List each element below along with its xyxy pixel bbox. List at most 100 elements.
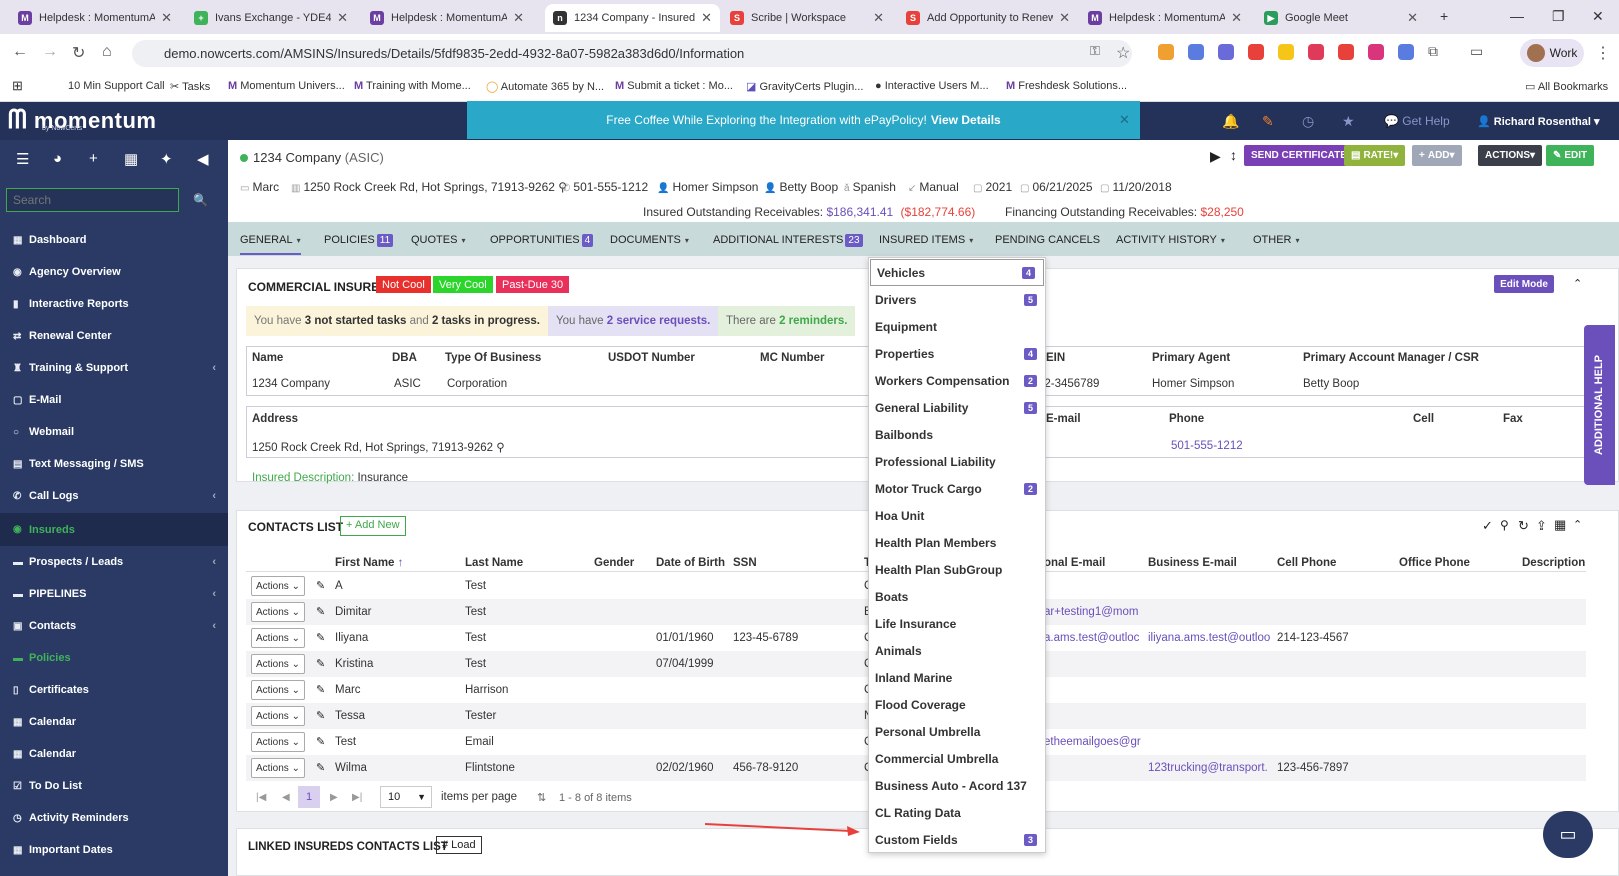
col-gender[interactable]: Gender [594, 557, 634, 569]
menu-item-cl-rating-data[interactable]: CL Rating Data [869, 799, 1045, 826]
first-page-icon[interactable]: |◀ [256, 792, 266, 803]
edit-pencil-icon[interactable]: ✎ [316, 709, 325, 722]
extension-icon[interactable] [1248, 44, 1264, 60]
extension-icon[interactable] [1368, 44, 1384, 60]
edit-pencil-icon[interactable]: ✎ [316, 605, 325, 618]
col-office-phone[interactable]: Office Phone [1399, 557, 1470, 569]
menu-item-personal-umbrella[interactable]: Personal Umbrella [869, 718, 1045, 745]
add-contact-button[interactable]: + Add New [340, 516, 406, 536]
view-details-link[interactable]: View Details [931, 113, 1001, 127]
menu-kebab-icon[interactable]: ⋮ [1595, 43, 1611, 63]
wand-icon[interactable]: ✎ [1262, 113, 1274, 130]
browser-tab[interactable]: M Helpdesk : MomentumAM ✕ [1080, 4, 1250, 32]
row-actions-button[interactable]: Actions ⌄ [251, 602, 305, 622]
tab-opportunities[interactable]: OPPORTUNITIES 4 [490, 234, 594, 247]
cell-business-email[interactable]: 123trucking@transport. [1148, 762, 1268, 774]
rate-button[interactable]: ▤ RATE! ▾ [1344, 145, 1406, 166]
browser-tab[interactable]: ▶ Google Meet ✕ [1256, 4, 1426, 32]
browser-tab-active[interactable]: n 1234 Company - Insured D ✕ [545, 4, 720, 32]
search-icon[interactable]: 🔍 [193, 193, 208, 207]
tab-additional-interests[interactable]: ADDITIONAL INTERESTS 23 [713, 234, 863, 247]
add-button[interactable]: + ADD ▾ [1412, 145, 1462, 166]
col-dob[interactable]: Date of Birth [656, 557, 725, 569]
tab-activity-history[interactable]: ACTIVITY HISTORY ▾ [1116, 234, 1225, 246]
sidebar-item-call-logs[interactable]: ✆ Call Logs ‹ [0, 481, 228, 511]
sidebar-item-training-support[interactable]: ♜ Training & Support ‹ [0, 353, 228, 383]
edit-pencil-icon[interactable]: ✎ [316, 735, 325, 748]
page-number[interactable]: 1 [298, 786, 320, 808]
close-tab-icon[interactable]: ✕ [1407, 10, 1418, 26]
menu-item-workers-comp[interactable]: Workers Compensation 2 [869, 367, 1045, 394]
sidebar-item-pipelines[interactable]: ▬ PIPELINES ‹ [0, 579, 228, 609]
tab-policies[interactable]: POLICIES 11 [324, 234, 394, 247]
menu-item-hoa-unit[interactable]: Hoa Unit [869, 502, 1045, 529]
clock-icon[interactable]: ◷ [1302, 113, 1314, 130]
browser-tab[interactable]: M Helpdesk : MomentumAM ✕ [362, 4, 532, 32]
menu-item-custom-fields[interactable]: Custom Fields 3 [869, 826, 1045, 853]
refresh-icon[interactable]: ↻ [1518, 518, 1529, 534]
home-icon[interactable]: ⌂ [102, 43, 112, 61]
user-menu[interactable]: 👤 Richard Rosenthal ▾ [1477, 115, 1600, 128]
browser-tab[interactable]: S Add Opportunity to Renew ✕ [898, 4, 1078, 32]
cell-business-email[interactable]: iliyana.ams.test@outloo [1148, 632, 1270, 644]
page-size-select[interactable]: 10 ▼ [380, 786, 432, 808]
sidebar-item-dashboard[interactable]: ▦ Dashboard [0, 225, 228, 255]
sidebar-item-policies[interactable]: ▬ Policies [0, 643, 228, 673]
edit-pencil-icon[interactable]: ✎ [316, 631, 325, 644]
menu-item-drivers[interactable]: Drivers 5 [869, 286, 1045, 313]
sidebar-search-input[interactable] [6, 188, 179, 212]
collapse-arrow-icon[interactable]: ◀ [197, 150, 209, 168]
browser-tab[interactable]: M Helpdesk : MomentumAM ✕ [10, 4, 180, 32]
password-key-icon[interactable]: ⚿ [1090, 43, 1100, 59]
next-page-icon[interactable]: ▶ [330, 792, 338, 803]
edit-mode-button[interactable]: Edit Mode [1494, 275, 1554, 293]
bookmark-item[interactable]: M Freshdesk Solutions... [1006, 80, 1127, 92]
sidebar-item-email[interactable]: ▢ E-Mail [0, 385, 228, 415]
sidebar-item-insureds[interactable]: ◉ Insureds [0, 513, 228, 546]
info-phone[interactable]: ✆ 501-555-1212 [562, 180, 648, 194]
tasks-notice[interactable]: You have 3 not started tasks and 2 tasks… [246, 306, 548, 336]
sidebar-item-contacts[interactable]: ▣ Contacts ‹ [0, 611, 228, 641]
sidebar-item-renewal-center[interactable]: ⇄ Renewal Center [0, 321, 228, 351]
tab-pending-cancels[interactable]: PENDING CANCELS [995, 234, 1100, 246]
sidebar-item-agency-overview[interactable]: ◉ Agency Overview [0, 257, 228, 287]
magic-wand-icon[interactable]: ✦ [160, 150, 173, 168]
info-address[interactable]: ▥ 1250 Rock Creek Rd, Hot Springs, 71913-… [291, 180, 567, 194]
sidebar-item-sms[interactable]: ▤ Text Messaging / SMS [0, 449, 228, 479]
extension-icon[interactable] [1338, 44, 1354, 60]
col-description[interactable]: Description [1522, 557, 1585, 569]
sidebar-item-calendar-2[interactable]: ▦ Calendar [0, 739, 228, 769]
minimize-icon[interactable]: — [1510, 8, 1524, 24]
service-notice[interactable]: You have 2 service requests. [548, 306, 719, 336]
bookmark-item[interactable]: M Momentum Univers... [228, 80, 345, 92]
profile-button[interactable]: Work [1520, 39, 1584, 67]
col-first-name[interactable]: First Name ↑ [335, 557, 403, 569]
get-help-link[interactable]: 💬 Get Help [1384, 114, 1450, 128]
tab-quotes[interactable]: QUOTES ▾ [411, 234, 465, 246]
browser-tab[interactable]: + Ivans Exchange - YDE48 ✕ [186, 4, 356, 32]
row-actions-button[interactable]: Actions ⌄ [251, 732, 305, 752]
value-address[interactable]: 1250 Rock Creek Rd, Hot Springs, 71913-9… [252, 440, 505, 454]
col-personal-email[interactable]: onal E-mail [1044, 557, 1105, 569]
sidepanel-icon[interactable]: ▭ [1470, 43, 1483, 60]
edit-pencil-icon[interactable]: ✎ [316, 761, 325, 774]
reload-icon[interactable]: ↻ [72, 43, 85, 63]
edit-pencil-icon[interactable]: ✎ [316, 657, 325, 670]
sidebar-item-interactive-reports[interactable]: ▮ Interactive Reports [0, 289, 228, 319]
last-page-icon[interactable]: ▶| [352, 792, 362, 803]
col-business-email[interactable]: Business E-mail [1148, 557, 1237, 569]
extension-icon[interactable] [1308, 44, 1324, 60]
plus-icon[interactable]: + [89, 150, 98, 167]
menu-item-equipment[interactable]: Equipment [869, 313, 1045, 340]
menu-item-flood-coverage[interactable]: Flood Coverage [869, 691, 1045, 718]
play-icon[interactable]: ▶ [1210, 148, 1221, 165]
bookmark-item[interactable]: M Training with Mome... [354, 80, 471, 92]
edit-pencil-icon[interactable]: ✎ [316, 683, 325, 696]
palette-icon[interactable]: ◕ [53, 150, 62, 167]
menu-item-bailbonds[interactable]: Bailbonds [869, 421, 1045, 448]
sort-icon[interactable]: ⇅ [537, 791, 546, 804]
sidebar-item-prospects[interactable]: ▬ Prospects / Leads ‹ [0, 547, 228, 577]
col-last-name[interactable]: Last Name [465, 557, 523, 569]
close-tab-icon[interactable]: ✕ [337, 10, 348, 26]
all-bookmarks[interactable]: ▭ All Bookmarks [1525, 80, 1608, 93]
